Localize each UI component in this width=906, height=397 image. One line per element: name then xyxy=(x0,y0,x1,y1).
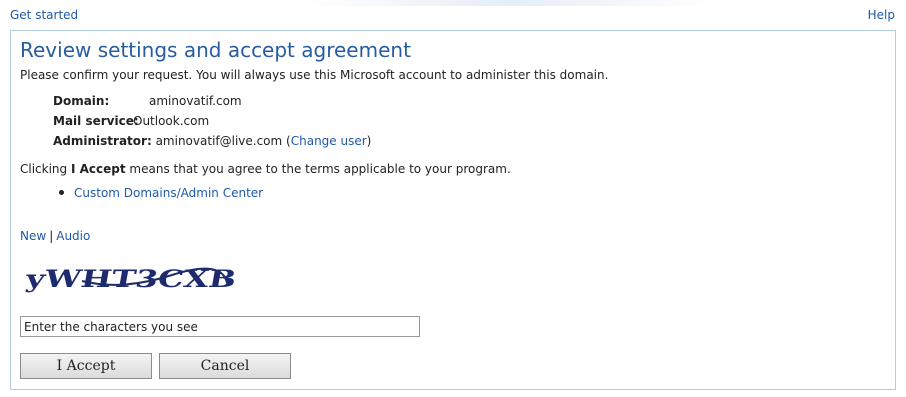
help-link[interactable]: Help xyxy=(868,8,895,22)
domain-label: Domain: xyxy=(53,94,110,108)
terms-list-item: Custom Domains/Admin Center xyxy=(59,186,263,200)
mail-service-value: Outlook.com xyxy=(133,114,210,128)
cancel-button[interactable]: Cancel xyxy=(159,353,291,379)
captcha-audio-link[interactable]: Audio xyxy=(56,229,90,243)
administrator-label: Administrator: xyxy=(53,134,152,148)
captcha-image: yWHT3CXB xyxy=(22,264,238,293)
mail-service-label: Mail service: xyxy=(53,114,139,128)
review-panel: Review settings and accept agreement Ple… xyxy=(10,30,896,390)
get-started-link[interactable]: Get started xyxy=(10,8,78,22)
top-glow-decoration xyxy=(300,0,720,6)
accept-terms-suffix: means that you agree to the terms applic… xyxy=(125,162,511,176)
change-user-link[interactable]: Change user xyxy=(291,134,367,148)
bullet-icon xyxy=(59,190,64,195)
domain-value: aminovatif.com xyxy=(149,94,242,108)
change-user-paren-close: ) xyxy=(366,134,372,148)
domain-row: Domain: aminovatif.com xyxy=(53,94,242,108)
administrator-row: Administrator: aminovatif@live.com (Chan… xyxy=(53,134,371,148)
i-accept-button[interactable]: I Accept xyxy=(20,353,152,379)
captcha-input[interactable] xyxy=(20,316,420,337)
accept-terms-prefix: Clicking xyxy=(20,162,71,176)
mail-service-row: Mail service: Outlook.com xyxy=(53,114,209,128)
administrator-value: aminovatif@live.com xyxy=(155,134,283,148)
captcha-link-separator: | xyxy=(49,229,54,243)
intro-text: Please confirm your request. You will al… xyxy=(20,68,609,82)
captcha-links: New | Audio xyxy=(20,229,90,243)
top-bar: Get started Help xyxy=(0,0,906,28)
captcha-new-link[interactable]: New xyxy=(20,229,46,243)
custom-domains-terms-link[interactable]: Custom Domains/Admin Center xyxy=(74,186,263,200)
accept-terms-bold: I Accept xyxy=(70,162,126,176)
accept-terms-text: Clicking I Accept means that you agree t… xyxy=(20,162,511,176)
page-title: Review settings and accept agreement xyxy=(20,38,411,62)
